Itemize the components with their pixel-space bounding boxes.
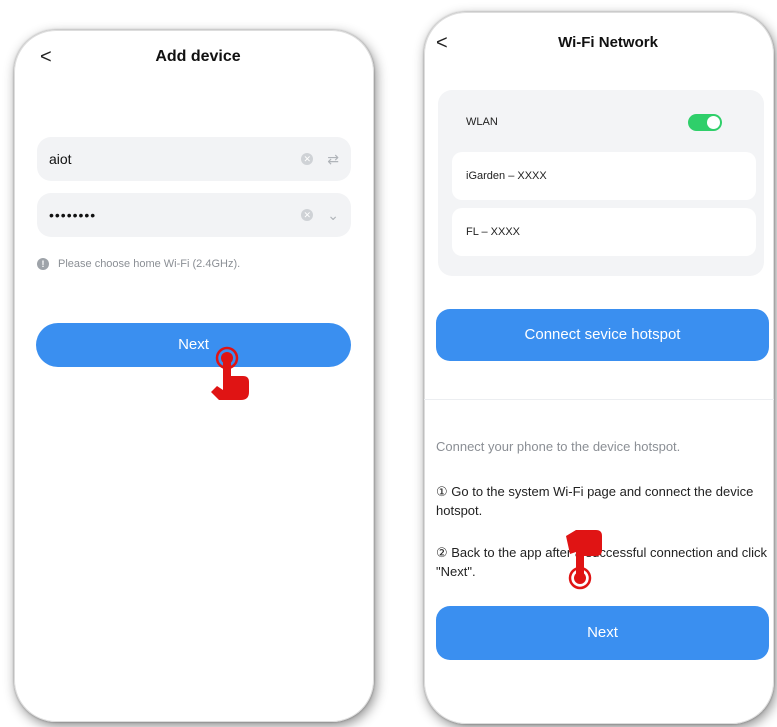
clear-icon[interactable]: ✕ <box>301 209 314 221</box>
page-title: Add device <box>155 48 241 65</box>
network-name: FL – XXXX <box>466 226 521 238</box>
wifi-name-value: aiot <box>49 151 72 167</box>
wifi-password-value: •••••••• <box>49 207 97 223</box>
wlan-toggle[interactable] <box>688 113 722 131</box>
wlan-row: WLAN <box>452 98 756 146</box>
connect-hotspot-button[interactable]: Connect sevice hotspot <box>436 309 769 361</box>
divider <box>424 399 774 400</box>
wifi-hint: ! Please choose home Wi-Fi (2.4GHz). <box>37 258 240 270</box>
network-item[interactable]: iGarden – XXXX <box>452 152 756 200</box>
wifi-list: WLAN iGarden – XXXX FL – XXXX <box>438 90 764 276</box>
clear-icon[interactable]: ✕ <box>301 153 314 165</box>
next-button[interactable]: Next <box>436 606 769 660</box>
hand-pointer-icon <box>211 346 249 400</box>
network-name: iGarden – XXXX <box>466 170 547 182</box>
swap-icon[interactable]: ⇄ <box>327 151 339 168</box>
add-device-screen: < Add device aiot ✕ ⇄ •••••••• ✕ ⌄ ! Ple… <box>14 30 374 722</box>
wifi-password-field[interactable]: •••••••• ✕ ⌄ <box>37 193 351 237</box>
page-title: Wi-Fi Network <box>558 34 658 51</box>
hotspot-instruction: Connect your phone to the device hotspot… <box>436 439 681 454</box>
hand-pointer-icon <box>566 530 602 590</box>
info-icon: ! <box>37 258 49 270</box>
wifi-name-field[interactable]: aiot ✕ ⇄ <box>37 137 351 181</box>
step-1: ① Go to the system Wi-Fi page and connec… <box>436 484 754 518</box>
wlan-label: WLAN <box>466 116 498 128</box>
hint-text: Please choose home Wi-Fi (2.4GHz). <box>58 258 241 270</box>
wifi-network-screen: < Wi-Fi Network WLAN iGarden – XXXX FL –… <box>424 12 774 724</box>
network-item[interactable]: FL – XXXX <box>452 208 756 256</box>
chevron-down-icon[interactable]: ⌄ <box>327 207 339 224</box>
next-button[interactable]: Next <box>36 323 351 367</box>
